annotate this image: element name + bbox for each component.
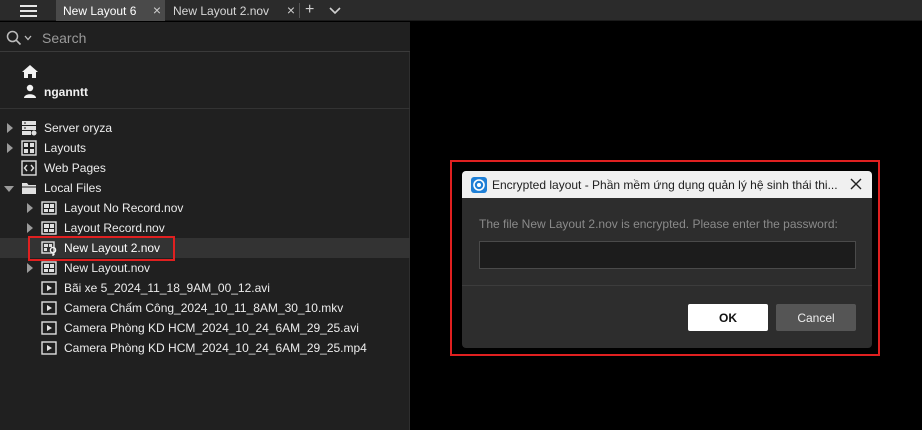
web-pages-icon [21, 160, 37, 176]
search-input[interactable] [42, 29, 342, 47]
tab-divider [299, 3, 300, 18]
add-tab-icon[interactable]: + [305, 0, 314, 21]
search-bar [0, 22, 410, 52]
server-icon [22, 121, 37, 136]
tree-item-video-file[interactable]: Camera Phòng KD HCM_2024_10_24_6AM_29_25… [0, 318, 410, 338]
video-file-icon [41, 321, 57, 335]
layout-file-icon [41, 261, 57, 275]
tree-item-video-file[interactable]: Camera Chấm Công_2024_10_11_8AM_30_10.mk… [0, 298, 410, 318]
close-icon[interactable] [850, 178, 862, 190]
username-label: nganntt [44, 85, 88, 99]
home-icon[interactable] [21, 64, 39, 79]
tree-item-layout-no-record[interactable]: Layout No Record.nov [0, 198, 410, 218]
divider [462, 285, 872, 286]
video-file-icon [41, 341, 57, 355]
tree-item-layouts[interactable]: Layouts [0, 138, 410, 158]
tab-bar: New Layout 6 × New Layout 2.nov × + [0, 0, 922, 21]
encrypted-layout-dialog: Encrypted layout - Phần mềm ứng dụng quả… [462, 171, 872, 348]
tree-item-video-file[interactable]: Camera Phòng KD HCM_2024_10_24_6AM_29_25… [0, 338, 410, 358]
tab-new-layout-6[interactable]: New Layout 6 × [56, 0, 165, 21]
expand-arrow-icon[interactable] [26, 223, 34, 233]
hamburger-icon [19, 4, 37, 17]
folder-icon [22, 183, 36, 194]
tree-item-layout-record[interactable]: Layout Record.nov [0, 218, 410, 238]
expand-arrow-icon[interactable] [6, 123, 14, 133]
tree-item-web-pages[interactable]: Web Pages [0, 158, 410, 178]
video-file-icon [41, 301, 57, 315]
expand-arrow-icon[interactable] [26, 203, 34, 213]
divider [0, 108, 410, 109]
tree-item-video-file[interactable]: Bãi xe 5_2024_11_18_9AM_00_12.avi [0, 278, 410, 298]
close-tab-icon[interactable]: × [153, 2, 161, 18]
layouts-icon [21, 140, 37, 156]
dialog-title: Encrypted layout - Phần mềm ứng dụng quả… [492, 178, 838, 192]
chevron-down-icon[interactable] [329, 5, 341, 17]
cancel-button[interactable]: Cancel [776, 304, 856, 331]
collapse-arrow-icon[interactable] [4, 185, 14, 193]
dialog-message: The file New Layout 2.nov is encrypted. … [479, 217, 838, 231]
video-file-icon [41, 281, 57, 295]
resource-panel: nganntt Server oryza Layouts [0, 22, 410, 430]
ok-button[interactable]: OK [688, 304, 768, 331]
expand-arrow-icon[interactable] [26, 263, 34, 273]
main-menu-button[interactable] [0, 0, 56, 21]
search-options-chevron-icon[interactable] [24, 35, 32, 41]
layout-file-icon [41, 221, 57, 235]
tree-item-local-files[interactable]: Local Files [0, 178, 410, 198]
tree-item-server-oryza[interactable]: Server oryza [0, 118, 410, 138]
layout-file-icon [41, 201, 57, 215]
tree-item-new-layout[interactable]: New Layout.nov [0, 258, 410, 278]
expand-arrow-icon[interactable] [6, 143, 14, 153]
app-logo-icon [471, 177, 487, 193]
search-icon[interactable] [6, 30, 22, 46]
user-icon [24, 84, 36, 98]
tab-new-layout-2[interactable]: New Layout 2.nov × [166, 0, 299, 21]
selected-item-highlight [28, 236, 175, 261]
close-tab-icon[interactable]: × [287, 2, 295, 18]
dialog-title-bar[interactable]: Encrypted layout - Phần mềm ứng dụng quả… [462, 171, 872, 198]
password-input[interactable] [479, 241, 856, 269]
